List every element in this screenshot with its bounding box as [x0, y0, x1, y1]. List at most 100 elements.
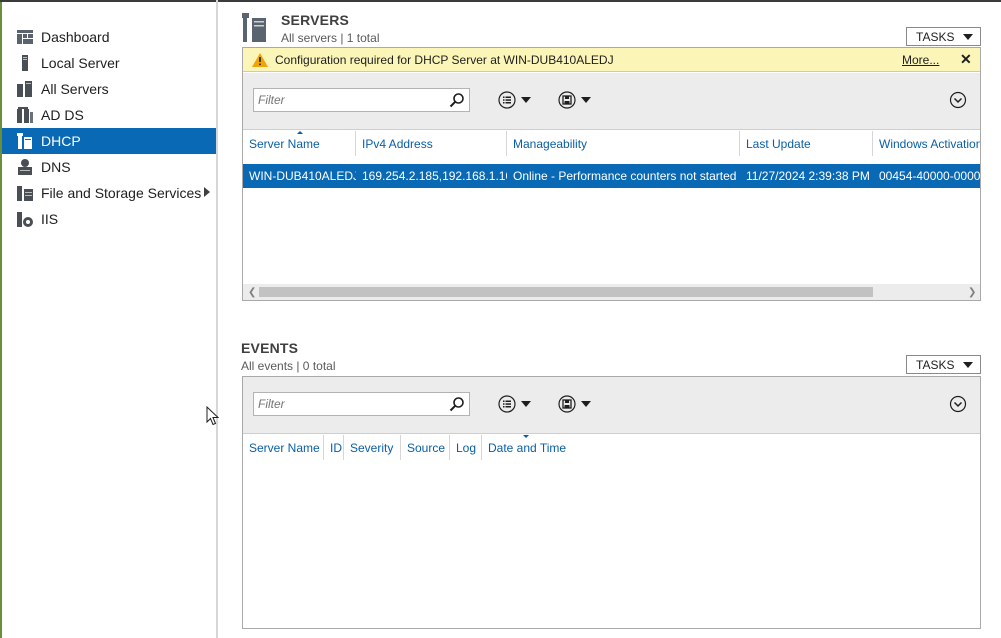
chevron-down-icon	[963, 362, 973, 368]
sidebar-item-iis[interactable]: IIS	[2, 206, 216, 232]
chevron-right-icon[interactable]	[204, 187, 210, 197]
column-windows-activation[interactable]: Windows Activation	[873, 131, 980, 156]
sidebar-item-dns[interactable]: DNS	[2, 154, 216, 180]
column-label: Manageability	[513, 136, 588, 151]
events-filter-toolbar	[243, 377, 980, 434]
chevron-down-icon	[963, 34, 973, 40]
events-column-headers: Server Name ID Severity Source Log Date …	[243, 435, 569, 460]
iis-icon	[16, 210, 34, 228]
column-log[interactable]: Log	[450, 435, 482, 460]
column-label: Windows Activation	[879, 136, 980, 151]
main-content: SERVERS All servers | 1 total TASKS Conf…	[218, 2, 1001, 638]
table-row[interactable]: WIN-DUB410ALEDJ 169.254.2.185,192.168.1.…	[243, 164, 980, 188]
column-label: ID	[330, 440, 342, 455]
events-tasks-button[interactable]: TASKS	[906, 355, 981, 374]
events-title: EVENTS	[241, 340, 299, 356]
column-label: Server Name	[249, 136, 320, 151]
notification-text: Configuration required for DHCP Server a…	[275, 52, 614, 67]
cell-server-name: WIN-DUB410ALEDJ	[249, 169, 356, 183]
chevron-down-icon	[521, 401, 531, 407]
cell-windows-activation: 00454-40000-00001-AA	[879, 169, 980, 183]
servers-subtitle: All servers | 1 total	[281, 31, 380, 45]
more-link[interactable]: More...	[902, 53, 939, 67]
list-options-icon	[498, 395, 516, 413]
column-server-name[interactable]: Server Name	[243, 435, 324, 460]
column-label: Last Update	[746, 136, 811, 151]
scroll-left-icon[interactable]: ❮	[248, 287, 256, 298]
sidebar-item-label: AD DS	[41, 107, 84, 123]
column-date-and-time[interactable]: Date and Time	[482, 435, 569, 460]
sort-descending-icon	[523, 435, 529, 438]
servers-filter-toolbar	[243, 73, 980, 130]
events-save-query-button[interactable]	[558, 395, 591, 413]
servers-column-headers: Server Name IPv4 Address Manageability L…	[243, 131, 980, 156]
sidebar-item-label: Local Server	[41, 55, 120, 71]
column-label: Log	[456, 440, 477, 455]
events-panel: Server Name ID Severity Source Log Date …	[242, 376, 981, 629]
column-label: Server Name	[249, 440, 320, 455]
servers-filter-box	[253, 88, 470, 112]
servers-tasks-button[interactable]: TASKS	[906, 27, 981, 46]
ad-ds-icon	[16, 106, 34, 124]
column-last-update[interactable]: Last Update	[740, 131, 873, 156]
column-manageability[interactable]: Manageability	[507, 131, 740, 156]
mouse-pointer-icon	[206, 405, 220, 426]
sidebar-item-label: All Servers	[41, 81, 109, 97]
sidebar-nav: Dashboard Local Server All Servers AD DS…	[2, 24, 216, 232]
servers-title: SERVERS	[281, 12, 350, 28]
cell-ipv4-address: 169.254.2.185,192.168.1.10	[362, 169, 507, 183]
expand-collapse-icon[interactable]	[949, 395, 967, 413]
chevron-down-icon	[521, 97, 531, 103]
servers-filter-input[interactable]	[254, 89, 444, 111]
warning-icon	[252, 52, 268, 67]
events-list-options-button[interactable]	[498, 395, 531, 413]
sidebar-item-dashboard[interactable]: Dashboard	[2, 24, 216, 50]
sort-ascending-icon	[297, 131, 303, 134]
servers-save-query-button[interactable]	[558, 91, 591, 109]
file-storage-icon	[16, 184, 34, 202]
expand-collapse-icon[interactable]	[949, 91, 967, 109]
scroll-right-icon[interactable]: ❯	[968, 287, 976, 298]
sidebar-item-ad-ds[interactable]: AD DS	[2, 102, 216, 128]
sidebar: Dashboard Local Server All Servers AD DS…	[2, 2, 216, 638]
all-servers-icon	[16, 80, 34, 98]
chevron-down-icon	[581, 401, 591, 407]
column-source[interactable]: Source	[401, 435, 450, 460]
sidebar-item-dhcp[interactable]: DHCP	[2, 128, 216, 154]
cell-last-update: 11/27/2024 2:39:38 PM	[746, 169, 870, 183]
events-subtitle: All events | 0 total	[241, 359, 336, 373]
column-label: Severity	[350, 440, 394, 455]
sidebar-item-label: File and Storage Services	[41, 185, 202, 201]
sidebar-item-file-storage[interactable]: File and Storage Services	[2, 180, 216, 206]
column-label: Source	[407, 440, 446, 455]
sidebar-item-local-server[interactable]: Local Server	[2, 50, 216, 76]
save-query-icon	[558, 395, 576, 413]
tasks-label: TASKS	[916, 357, 955, 372]
column-label: Date and Time	[488, 440, 567, 455]
tasks-label: TASKS	[916, 29, 955, 44]
dhcp-icon	[16, 132, 34, 150]
local-server-icon	[16, 54, 34, 72]
search-icon[interactable]	[449, 396, 465, 412]
list-options-icon	[498, 91, 516, 109]
column-ipv4-address[interactable]: IPv4 Address	[356, 131, 507, 156]
column-server-name[interactable]: Server Name	[243, 131, 356, 156]
column-id[interactable]: ID	[324, 435, 344, 460]
dns-icon	[16, 158, 34, 176]
close-icon[interactable]: ✕	[960, 51, 972, 68]
scrollbar-thumb[interactable]	[259, 287, 873, 297]
sidebar-item-label: Dashboard	[41, 29, 110, 45]
sidebar-item-all-servers[interactable]: All Servers	[2, 76, 216, 102]
sidebar-item-label: IIS	[41, 211, 59, 227]
column-label: IPv4 Address	[362, 136, 433, 151]
column-severity[interactable]: Severity	[344, 435, 401, 460]
dashboard-icon	[16, 28, 34, 46]
search-icon[interactable]	[449, 92, 465, 108]
horizontal-scrollbar[interactable]: ❮ ❯	[243, 284, 980, 300]
events-filter-box	[253, 392, 470, 416]
servers-section-icon	[242, 12, 272, 44]
sidebar-item-label: DNS	[41, 159, 71, 175]
sidebar-item-label: DHCP	[41, 133, 81, 149]
events-filter-input[interactable]	[254, 393, 444, 415]
servers-list-options-button[interactable]	[498, 91, 531, 109]
